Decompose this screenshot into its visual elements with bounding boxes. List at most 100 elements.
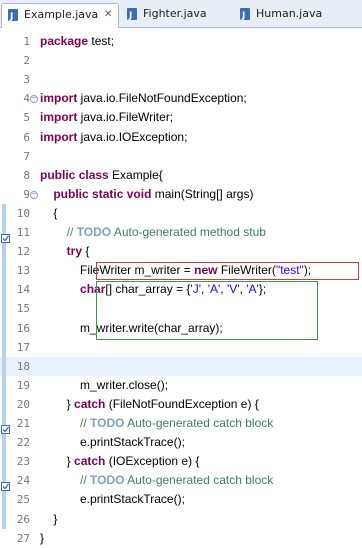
code-line[interactable]: 12 try { — [0, 242, 362, 261]
comment-token: // — [66, 225, 77, 239]
code-line[interactable]: 17 — [0, 338, 362, 357]
comment-token: Auto-generated catch block — [124, 416, 274, 430]
line-number: 6 — [23, 130, 30, 144]
keyword-token: catch — [74, 396, 106, 411]
code-text: e.printStackTrace(); — [40, 433, 185, 452]
line-number: 8 — [23, 168, 30, 182]
code-token: } — [40, 530, 45, 545]
code-line[interactable]: 18 — [0, 356, 362, 376]
line-number: 1 — [23, 35, 30, 48]
code-text: // TODO Auto-generated catch block — [40, 414, 273, 433]
code-line[interactable]: 24 // TODO Auto-generated catch block — [0, 471, 362, 490]
comment-token: // — [80, 416, 91, 430]
code-text: e.printStackTrace(); — [40, 490, 185, 509]
tab-label: Human.java — [256, 7, 323, 20]
java-file-icon — [127, 5, 137, 27]
code-text: import java.io.FileWriter; — [40, 108, 173, 127]
code-token: Example{ — [108, 167, 163, 182]
code-line[interactable]: 25 e.printStackTrace(); — [0, 490, 362, 509]
code-token: (FileNotFoundException e) { — [105, 396, 259, 411]
java-file-icon — [8, 6, 18, 28]
code-line[interactable]: 2 — [0, 51, 362, 70]
close-icon[interactable]: ✕ — [104, 4, 112, 26]
code-token: java.io.FileWriter; — [77, 110, 174, 125]
code-token: e.printStackTrace(); — [40, 435, 185, 450]
code-token: { — [82, 244, 90, 259]
line-number: 7 — [23, 149, 30, 163]
keyword-token: import — [40, 129, 78, 144]
highlight-box-green — [96, 281, 318, 340]
code-token: java.io.FileNotFoundException; — [77, 91, 247, 106]
todo-token: TODO — [90, 416, 125, 430]
line-number: 4 — [23, 92, 30, 106]
line-number: 9 — [23, 187, 30, 201]
keyword-token: static — [92, 186, 124, 201]
tab-human-java[interactable]: Human.java — [238, 3, 338, 27]
line-number: 2 — [23, 54, 30, 68]
code-line[interactable]: 6 import java.io.IOException; — [0, 128, 362, 147]
code-line[interactable]: 4 import java.io.FileNotFoundException; — [0, 89, 362, 108]
editor-tab-bar: Example.java ✕ Fighter.java Human.java — [0, 0, 362, 28]
code-text: // TODO Auto-generated method stub — [40, 223, 266, 242]
code-line[interactable]: 1 package test; — [0, 32, 362, 51]
code-line[interactable]: 8 public class Example{ — [0, 166, 362, 185]
code-line[interactable]: 20 } catch (FileNotFoundException e) { — [0, 395, 362, 414]
code-line[interactable]: 7 — [0, 147, 362, 166]
code-line[interactable]: 9 public static void main(String[] args) — [0, 185, 362, 204]
highlight-box-red — [96, 262, 359, 281]
code-text: public static void main(String[] args) — [40, 185, 253, 204]
code-text: } catch (IOException e) { — [40, 452, 200, 471]
code-token: java.io.IOException; — [77, 129, 188, 144]
keyword-token: public — [40, 167, 76, 182]
comment-token: // — [80, 473, 91, 488]
code-text: import java.io.IOException; — [40, 128, 187, 147]
code-text: import java.io.FileNotFoundException; — [40, 89, 247, 108]
code-line[interactable]: 11 // TODO Auto-generated method stub — [0, 223, 362, 242]
fold-toggle-icon[interactable]: − — [30, 190, 38, 199]
task-marker-icon[interactable] — [1, 476, 10, 492]
code-line[interactable]: 19 m_writer.close(); — [0, 376, 362, 395]
comment-token: Auto-generated catch block — [124, 473, 274, 488]
keyword-token: try — [66, 244, 83, 259]
code-line[interactable]: 10 { — [0, 204, 362, 223]
code-line[interactable]: 5 import java.io.FileWriter; — [0, 108, 362, 127]
keyword-token: public — [53, 186, 89, 201]
code-editor[interactable]: 1 package test; 2 3 4 import java.io.FileNotF… — [0, 28, 362, 545]
code-line[interactable]: 3 — [0, 70, 362, 89]
code-line[interactable]: 21 // TODO Auto-generated catch block — [0, 414, 362, 433]
code-token: } — [40, 511, 58, 526]
code-text: // TODO Auto-generated catch block — [40, 471, 273, 490]
task-marker-icon[interactable] — [1, 228, 10, 243]
keyword-token: package — [40, 34, 89, 48]
task-marker-icon[interactable] — [1, 419, 10, 434]
tab-example-java[interactable]: Example.java ✕ — [1, 3, 119, 28]
tab-label: Example.java — [24, 8, 99, 21]
tab-fighter-java[interactable]: Fighter.java — [125, 3, 225, 27]
line-number: 5 — [23, 111, 30, 125]
line-number: 3 — [23, 73, 30, 87]
todo-token: TODO — [90, 473, 125, 488]
code-line[interactable]: 27} — [0, 529, 362, 548]
code-token: } — [40, 454, 75, 469]
code-text: { — [40, 204, 57, 223]
code-token: (IOException e) { — [105, 454, 200, 469]
code-line[interactable]: 23 } catch (IOException e) { — [0, 452, 362, 471]
comment-token: Auto-generated method stub — [111, 225, 266, 239]
code-text: m_writer.close(); — [40, 376, 168, 395]
code-token: e.printStackTrace(); — [40, 492, 185, 507]
code-line[interactable]: 22 e.printStackTrace(); — [0, 433, 362, 452]
keyword-token: import — [40, 110, 78, 125]
keyword-token: class — [78, 167, 109, 182]
tab-label: Fighter.java — [143, 7, 207, 20]
code-text: } catch (FileNotFoundException e) { — [40, 395, 259, 414]
code-token: test; — [88, 34, 115, 48]
code-line[interactable]: 26 } — [0, 510, 362, 529]
code-text: try { — [40, 242, 90, 261]
keyword-token: import — [40, 91, 78, 106]
code-token: { — [40, 205, 58, 220]
